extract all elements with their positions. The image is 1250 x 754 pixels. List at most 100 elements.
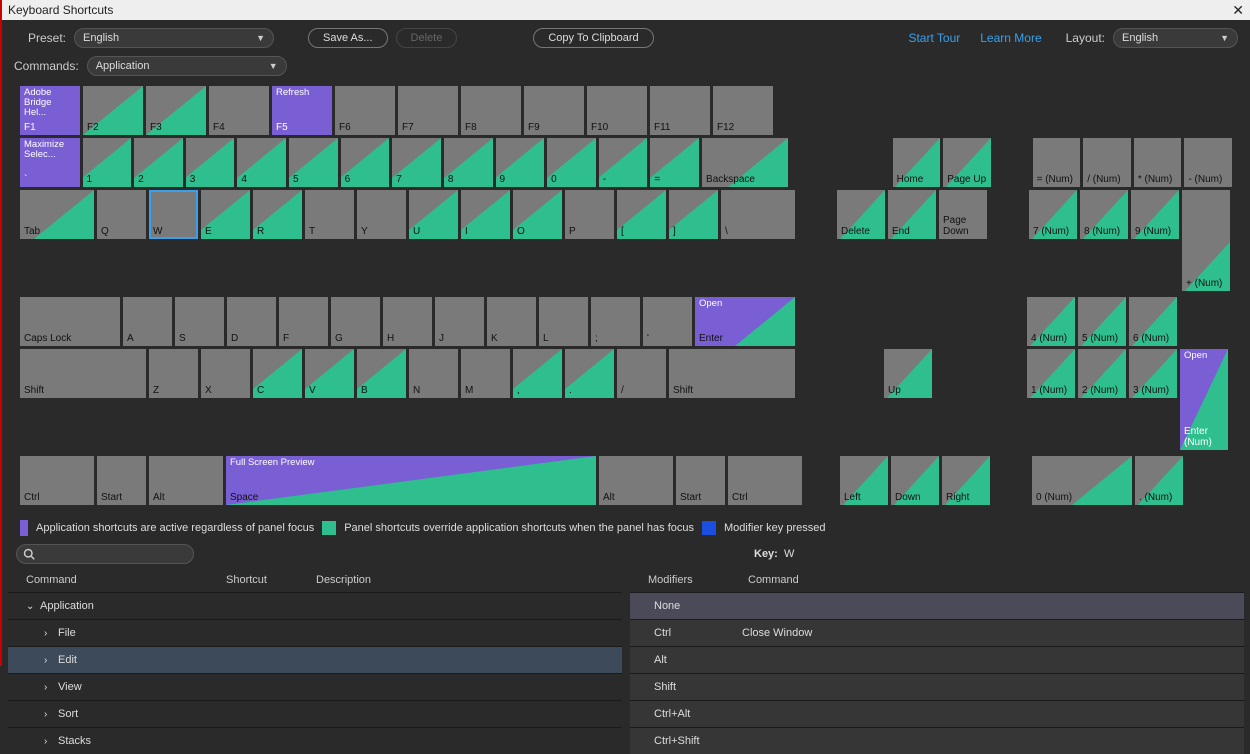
key-alt-left[interactable]: Alt	[149, 456, 223, 505]
key-pagedown[interactable]: Page Down	[939, 190, 987, 239]
key-capslock[interactable]: Caps Lock	[20, 297, 120, 346]
command-tree[interactable]: ⌄Application›File›Edit›View›Sort›Stacks	[8, 592, 622, 753]
key-f5[interactable]: RefreshF5	[272, 86, 332, 135]
key-j[interactable]: J	[435, 297, 484, 346]
key-num1[interactable]: 1 (Num)	[1027, 349, 1075, 398]
key-num3[interactable]: 3 (Num)	[1129, 349, 1177, 398]
close-icon[interactable]: ✕	[1232, 2, 1244, 19]
save-as-button[interactable]: Save As...	[308, 28, 388, 48]
tree-row[interactable]: ›File	[8, 619, 622, 646]
key-num-enter[interactable]: Open Enter (Num)	[1180, 349, 1228, 450]
key-i[interactable]: I	[461, 190, 510, 239]
key-backtick[interactable]: Maximize Selec...`	[20, 138, 80, 187]
key-n[interactable]: N	[409, 349, 458, 398]
key-up[interactable]: Up	[884, 349, 932, 398]
key-home[interactable]: Home	[893, 138, 941, 187]
tree-row[interactable]: ›Edit	[8, 646, 622, 673]
key-num8[interactable]: 8 (Num)	[1080, 190, 1128, 239]
key-shift-right[interactable]: Shift	[669, 349, 795, 398]
key-3[interactable]: 3	[186, 138, 235, 187]
key-k[interactable]: K	[487, 297, 536, 346]
key-tab[interactable]: Tab	[20, 190, 94, 239]
key-minus[interactable]: -	[599, 138, 648, 187]
key-a[interactable]: A	[123, 297, 172, 346]
key-f10[interactable]: F10	[587, 86, 647, 135]
preset-select[interactable]: English ▼	[74, 28, 274, 48]
key-num7[interactable]: 7 (Num)	[1029, 190, 1077, 239]
learn-more-link[interactable]: Learn More	[974, 31, 1047, 45]
key-f7[interactable]: F7	[398, 86, 458, 135]
key-slash[interactable]: /	[617, 349, 666, 398]
key-end[interactable]: End	[888, 190, 936, 239]
key-f11[interactable]: F11	[650, 86, 710, 135]
modifier-row[interactable]: Alt	[630, 646, 1244, 673]
key-start-right[interactable]: Start	[676, 456, 725, 505]
key-num0[interactable]: 0 (Num)	[1032, 456, 1132, 505]
key-ctrl-left[interactable]: Ctrl	[20, 456, 94, 505]
key-num2[interactable]: 2 (Num)	[1078, 349, 1126, 398]
key-left[interactable]: Left	[840, 456, 888, 505]
search-input[interactable]	[16, 544, 194, 564]
key-x[interactable]: X	[201, 349, 250, 398]
key-1[interactable]: 1	[83, 138, 132, 187]
key-9[interactable]: 9	[496, 138, 545, 187]
key-num9[interactable]: 9 (Num)	[1131, 190, 1179, 239]
key-f4[interactable]: F4	[209, 86, 269, 135]
key-o[interactable]: O	[513, 190, 562, 239]
modifier-row[interactable]: Ctrl+Alt	[630, 700, 1244, 727]
key-f12[interactable]: F12	[713, 86, 773, 135]
key-num4[interactable]: 4 (Num)	[1027, 297, 1075, 346]
key-8[interactable]: 8	[444, 138, 493, 187]
key-7[interactable]: 7	[392, 138, 441, 187]
modifier-row[interactable]: Shift	[630, 673, 1244, 700]
key-ctrl-right[interactable]: Ctrl	[728, 456, 802, 505]
key-num-eq[interactable]: = (Num)	[1033, 138, 1081, 187]
key-l[interactable]: L	[539, 297, 588, 346]
key-f6[interactable]: F6	[335, 86, 395, 135]
key-down[interactable]: Down	[891, 456, 939, 505]
tree-row[interactable]: ›View	[8, 673, 622, 700]
key-f2[interactable]: F2	[83, 86, 143, 135]
key-e[interactable]: E	[201, 190, 250, 239]
key-num6[interactable]: 6 (Num)	[1129, 297, 1177, 346]
key-backspace[interactable]: Backspace	[702, 138, 788, 187]
key-b[interactable]: B	[357, 349, 406, 398]
key-period[interactable]: .	[565, 349, 614, 398]
key-right[interactable]: Right	[942, 456, 990, 505]
key-num-mul[interactable]: * (Num)	[1134, 138, 1182, 187]
key-h[interactable]: H	[383, 297, 432, 346]
key-num-dec[interactable]: . (Num)	[1135, 456, 1183, 505]
key-f1[interactable]: Adobe Bridge Hel...F1	[20, 86, 80, 135]
key-6[interactable]: 6	[341, 138, 390, 187]
key-f9[interactable]: F9	[524, 86, 584, 135]
key-5[interactable]: 5	[289, 138, 338, 187]
key-num-add[interactable]: + (Num)	[1182, 190, 1230, 291]
commands-select[interactable]: Application ▼	[87, 56, 287, 76]
key-r[interactable]: R	[253, 190, 302, 239]
key-y[interactable]: Y	[357, 190, 406, 239]
key-enter[interactable]: OpenEnter	[695, 297, 795, 346]
key-t[interactable]: T	[305, 190, 354, 239]
key-d[interactable]: D	[227, 297, 276, 346]
copy-clipboard-button[interactable]: Copy To Clipboard	[533, 28, 653, 48]
tree-row[interactable]: ›Sort	[8, 700, 622, 727]
key-alt-right[interactable]: Alt	[599, 456, 673, 505]
key-4[interactable]: 4	[237, 138, 286, 187]
key-s[interactable]: S	[175, 297, 224, 346]
key-0[interactable]: 0	[547, 138, 596, 187]
key-f8[interactable]: F8	[461, 86, 521, 135]
start-tour-link[interactable]: Start Tour	[902, 31, 966, 45]
key-num-div[interactable]: / (Num)	[1083, 138, 1131, 187]
key-rbracket[interactable]: ]	[669, 190, 718, 239]
key-p[interactable]: P	[565, 190, 614, 239]
key-shift-left[interactable]: Shift	[20, 349, 146, 398]
modifier-row[interactable]: None	[630, 592, 1244, 619]
modifier-row[interactable]: CtrlClose Window	[630, 619, 1244, 646]
key-delete[interactable]: Delete	[837, 190, 885, 239]
key-u[interactable]: U	[409, 190, 458, 239]
key-pageup[interactable]: Page Up	[943, 138, 991, 187]
key-apostrophe[interactable]: '	[643, 297, 692, 346]
key-z[interactable]: Z	[149, 349, 198, 398]
key-start-left[interactable]: Start	[97, 456, 146, 505]
key-lbracket[interactable]: [	[617, 190, 666, 239]
